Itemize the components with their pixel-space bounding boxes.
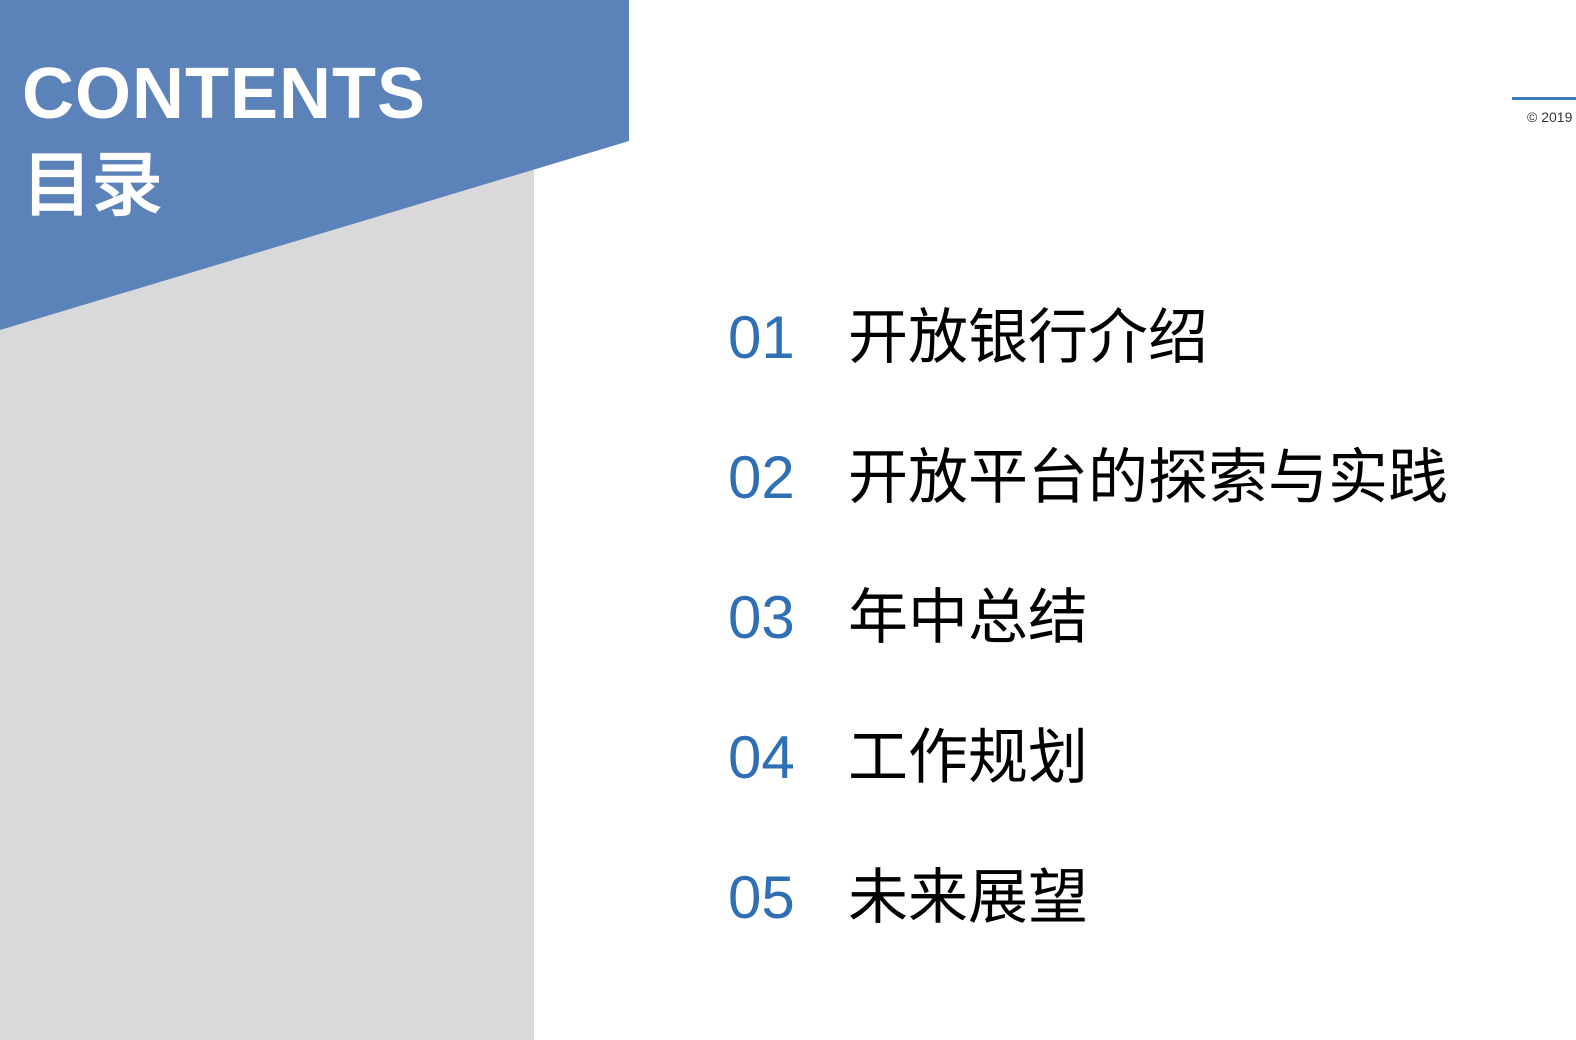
toc-title: 未来展望: [848, 863, 1088, 933]
toc-title: 工作规划: [848, 723, 1088, 793]
toc-title: 开放平台的探索与实践: [848, 443, 1448, 513]
toc-number: 04: [728, 724, 795, 791]
toc-title: 开放银行介绍: [848, 303, 1208, 373]
toc-number: 02: [728, 444, 795, 511]
toc-item-5[interactable]: 05 未来展望: [728, 858, 1088, 938]
contents-heading: CONTENTS: [22, 54, 426, 134]
top-right-rule: [1512, 97, 1576, 100]
toc-title: 年中总结: [848, 583, 1088, 653]
toc-item-2[interactable]: 02 开放平台的探索与实践: [728, 438, 1448, 518]
contents-heading-zh: 目录: [22, 146, 162, 224]
copyright-text: © 2019: [1527, 109, 1573, 125]
toc-number: 05: [728, 864, 795, 931]
toc-item-1[interactable]: 01 开放银行介绍: [728, 298, 1208, 378]
toc-number: 03: [728, 584, 795, 651]
toc-number: 01: [728, 304, 795, 371]
toc-item-4[interactable]: 04 工作规划: [728, 718, 1088, 798]
toc-item-3[interactable]: 03 年中总结: [728, 578, 1088, 658]
